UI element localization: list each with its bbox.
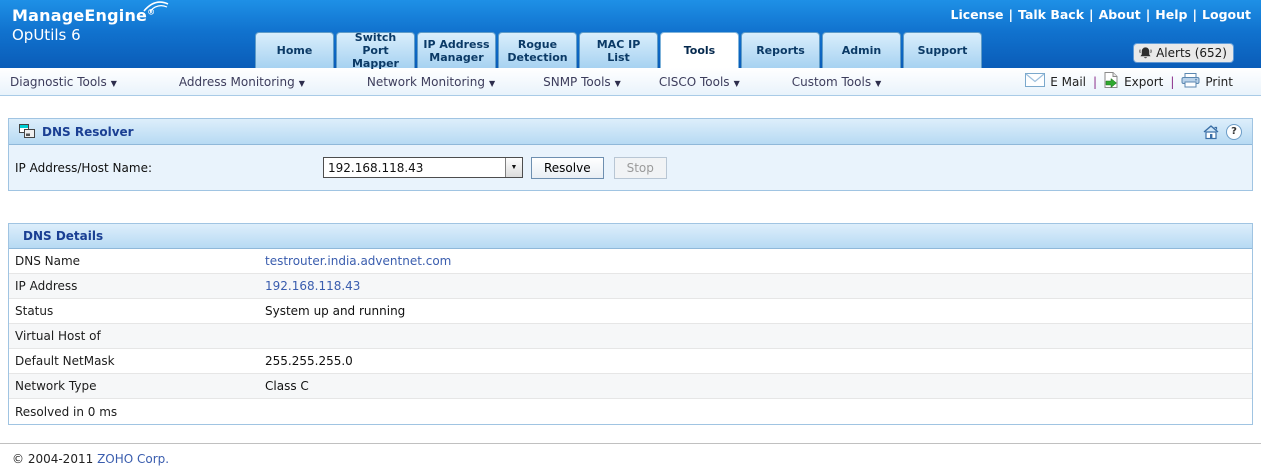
table-row: Resolved in 0 ms [9, 399, 1252, 424]
tab-reports[interactable]: Reports [741, 32, 820, 68]
chevron-down-icon: ▼ [298, 78, 305, 88]
ip-host-input[interactable] [324, 158, 505, 177]
swoosh-icon [143, 1, 169, 12]
menu-address-monitoring[interactable]: Address Monitoring ▼ [179, 75, 305, 89]
page-footer: © 2004-2011 ZOHO Corp. [0, 443, 1261, 466]
home-icon[interactable] [1202, 124, 1220, 140]
chevron-down-icon: ▼ [488, 78, 496, 88]
tool-menus: Diagnostic Tools ▼ Address Monitoring ▼ Netw… [10, 75, 881, 89]
top-link-help[interactable]: Help [1155, 7, 1187, 22]
table-row: Default NetMask 255.255.255.0 [9, 349, 1252, 374]
detail-value[interactable]: testrouter.india.adventnet.com [265, 254, 451, 268]
action-separator: | [1093, 74, 1098, 89]
e-mail-button[interactable]: E Mail [1025, 73, 1086, 90]
detail-label: DNS Name [15, 254, 81, 268]
action-label: E Mail [1050, 74, 1087, 89]
menubar-actions: E Mail | Export | Print [1025, 72, 1233, 91]
tab-ip-address-manager[interactable]: IP Address Manager [417, 32, 496, 68]
chevron-down-icon: ▼ [733, 78, 740, 88]
ip-host-label: IP Address/Host Name: [15, 160, 153, 175]
envelope-icon [1025, 73, 1046, 90]
menu-cisco-tools[interactable]: CISCO Tools ▼ [659, 75, 740, 89]
dns-details-header: DNS Details [9, 224, 1252, 249]
tab-tools[interactable]: Tools [660, 32, 739, 68]
detail-value: Class C [265, 379, 309, 393]
dns-details-panel: DNS Details DNS Name testrouter.india.adv… [8, 223, 1253, 425]
tab-switch-port-mapper[interactable]: Switch Port Mapper [336, 31, 415, 70]
tab-support[interactable]: Support [903, 32, 982, 68]
top-links: License | Talk Back | About | Help | Logout [950, 7, 1251, 22]
detail-value: 255.255.255.0 [265, 354, 353, 368]
menu-diagnostic-tools[interactable]: Diagnostic Tools ▼ [10, 75, 117, 89]
stop-button[interactable]: Stop [613, 156, 667, 179]
detail-value: System up and running [265, 304, 406, 318]
detail-label: Resolved in 0 ms [15, 404, 118, 419]
link-separator: | [1145, 7, 1151, 22]
combobox-dropdown-icon[interactable]: ▼ [505, 158, 522, 177]
zoho-link[interactable]: ZOHO Corp. [97, 452, 169, 466]
detail-label: Status [15, 304, 54, 318]
table-row: Status System up and running [9, 299, 1252, 324]
chevron-down-icon: ▼ [614, 78, 621, 88]
dns-resolver-header: DNS Resolver ? [9, 119, 1252, 145]
detail-label: Network Type [15, 379, 97, 393]
detail-value[interactable]: 192.168.118.43 [265, 279, 360, 293]
link-separator: | [1192, 7, 1198, 22]
printer-icon [1181, 72, 1200, 91]
top-link-about[interactable]: About [1099, 7, 1141, 22]
table-row: DNS Name testrouter.india.adventnet.com [9, 249, 1252, 274]
tools-menubar: Diagnostic Tools ▼ Address Monitoring ▼ Netw… [0, 68, 1261, 96]
dns-resolver-form: IP Address/Host Name: ▼ Resolve Stop [9, 145, 1252, 190]
dns-resolver-icon [19, 124, 35, 138]
table-row: Network Type Class C [9, 374, 1252, 399]
alerts-badge[interactable]: Alerts (652) [1134, 44, 1233, 62]
dns-resolver-title: DNS Resolver [42, 124, 134, 139]
help-icon[interactable]: ? [1226, 123, 1242, 140]
top-link-talk-back[interactable]: Talk Back [1018, 7, 1084, 22]
chevron-down-icon: ▼ [110, 78, 117, 88]
table-row: Virtual Host of [9, 324, 1252, 349]
ip-host-combobox: ▼ [323, 157, 523, 178]
product-name: OpUtils 6 [12, 26, 81, 44]
detail-label: Virtual Host of [15, 329, 101, 343]
copyright-text: © 2004-2011 [12, 452, 94, 466]
main-tabs: Home Switch Port Mapper IP Address Manager… [255, 31, 982, 70]
menu-custom-tools[interactable]: Custom Tools ▼ [792, 75, 882, 89]
menu-snmp-tools[interactable]: SNMP Tools ▼ [543, 75, 621, 89]
menu-network-monitoring[interactable]: Network Monitoring ▼ [367, 75, 495, 89]
tab-home[interactable]: Home [255, 32, 334, 68]
brand-text: ManageEngine [12, 6, 148, 25]
dns-resolver-panel: DNS Resolver ? IP Address/Host Name: ▼ R… [8, 118, 1253, 191]
action-label: Export [1124, 74, 1164, 89]
chevron-down-icon: ▼ [875, 78, 882, 88]
action-separator: | [1170, 74, 1175, 89]
app-header: ManageEngine® OpUtils 6 License | Talk Bac… [0, 0, 1261, 70]
action-label: Print [1205, 74, 1233, 89]
dns-details-title: DNS Details [23, 229, 104, 243]
bell-icon [1139, 47, 1152, 59]
brand-name: ManageEngine® [12, 1, 169, 25]
tab-mac-ip-list[interactable]: MAC IP List [579, 32, 658, 68]
export-icon [1104, 72, 1119, 91]
top-link-logout[interactable]: Logout [1202, 7, 1251, 22]
table-row: IP Address 192.168.118.43 [9, 274, 1252, 299]
export-button[interactable]: Export [1104, 72, 1163, 91]
link-separator: | [1089, 7, 1094, 22]
top-link-license[interactable]: License [950, 7, 1003, 22]
dns-details-table: DNS Name testrouter.india.adventnet.com IP… [9, 249, 1252, 424]
resolve-button[interactable]: Resolve [531, 156, 604, 179]
detail-label: Default NetMask [15, 354, 115, 368]
detail-label: IP Address [15, 279, 78, 293]
link-separator: | [1008, 7, 1014, 22]
tab-admin[interactable]: Admin [822, 32, 901, 68]
alerts-label: Alerts (652) [1156, 46, 1227, 60]
app-logo: ManageEngine® OpUtils 6 [12, 1, 169, 44]
print-button[interactable]: Print [1181, 72, 1233, 91]
tab-rogue-detection[interactable]: Rogue Detection [498, 32, 577, 68]
